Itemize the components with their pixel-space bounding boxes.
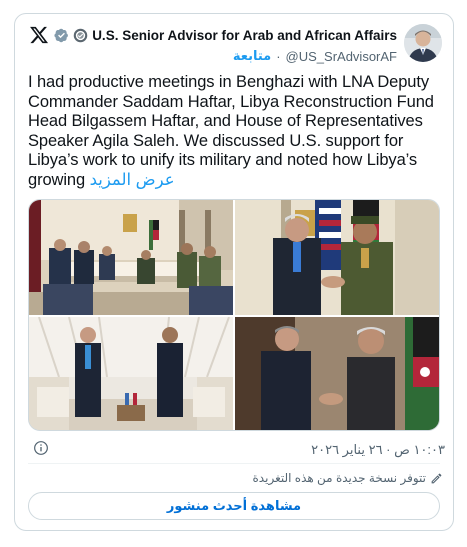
state-department-seal-icon	[73, 28, 88, 43]
author-handle[interactable]: @US_SrAdvisorAF	[286, 49, 397, 64]
follow-button[interactable]: متابعة	[233, 48, 271, 64]
edited-notice: تتوفر نسخة جديدة من هذه التغريدة	[75, 471, 443, 485]
show-more-link[interactable]: عرض المزيد	[90, 171, 175, 189]
edit-pencil-icon	[431, 473, 442, 483]
edited-notice-text: تتوفر نسخة جديدة من هذه التغريدة	[252, 471, 426, 485]
post-timestamp[interactable]: ١٠:٠٣ ص · ٢٦ يناير ٢٠٢٦	[75, 442, 445, 458]
author-display-name[interactable]: U.S. Senior Advisor for Arab and African…	[92, 28, 397, 43]
divider	[28, 463, 440, 464]
separator-dot: ·	[276, 48, 281, 64]
view-latest-post-button[interactable]: مشاهدة أحدث منشور	[28, 492, 440, 520]
handshake-office-photo[interactable]	[235, 317, 439, 430]
verified-badge-icon	[54, 28, 69, 43]
standing-leaders-photo[interactable]	[29, 317, 233, 430]
handshake-flags-photo[interactable]	[235, 200, 439, 315]
author-avatar[interactable]	[404, 24, 442, 62]
meeting-room-photo[interactable]	[29, 200, 233, 315]
author-name-row[interactable]: U.S. Senior Advisor for Arab and African…	[54, 28, 397, 43]
media-grid	[28, 199, 440, 431]
info-icon[interactable]	[33, 440, 49, 456]
embedded-post-card: U.S. Senior Advisor for Arab and African…	[14, 13, 454, 531]
author-handle-row: @US_SrAdvisorAF · متابعة	[165, 48, 397, 64]
tweet-text: I had productive meetings in Benghazi wi…	[28, 73, 448, 191]
x-logo-icon[interactable]	[29, 25, 49, 45]
